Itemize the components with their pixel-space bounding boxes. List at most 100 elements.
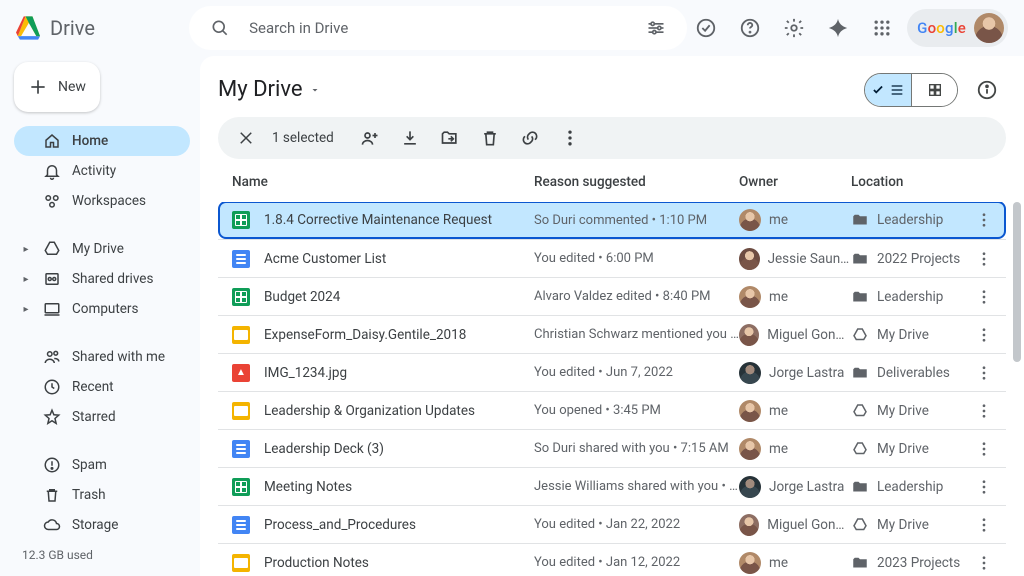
- file-name: Leadership & Organization Updates: [264, 403, 534, 419]
- search-input[interactable]: [243, 19, 633, 37]
- sidebar-item-label: Activity: [72, 163, 116, 179]
- row-more-icon[interactable]: [966, 288, 1002, 306]
- file-reason: So Duri commented • 1:10 PM: [534, 213, 739, 228]
- folder-icon: [851, 288, 869, 306]
- list-view-button[interactable]: [865, 74, 911, 106]
- clear-selection-icon[interactable]: [228, 120, 264, 156]
- header: Drive Google: [0, 0, 1024, 56]
- col-name[interactable]: Name: [232, 174, 534, 190]
- sidebar-item-shared-drives[interactable]: ▸Shared drives: [14, 264, 190, 294]
- move-icon[interactable]: [432, 120, 468, 156]
- brand[interactable]: Drive: [16, 16, 189, 40]
- sidebar-item-label: Workspaces: [72, 193, 146, 209]
- more-actions-icon[interactable]: [552, 120, 588, 156]
- new-button[interactable]: New: [14, 62, 100, 112]
- file-row[interactable]: Leadership & Organization UpdatesYou ope…: [218, 391, 1006, 429]
- row-more-icon[interactable]: [966, 364, 1002, 382]
- row-more-icon[interactable]: [966, 402, 1002, 420]
- new-button-label: New: [58, 79, 86, 95]
- row-more-icon[interactable]: [966, 326, 1002, 344]
- search-wrap: [189, 6, 687, 50]
- download-icon[interactable]: [392, 120, 428, 156]
- spam-icon: [42, 456, 62, 474]
- file-location[interactable]: My Drive: [851, 516, 966, 534]
- file-row[interactable]: IMG_1234.jpgYou edited • Jun 7, 2022Jorg…: [218, 353, 1006, 391]
- delete-icon[interactable]: [472, 120, 508, 156]
- apps-grid-icon[interactable]: [863, 9, 901, 47]
- my-drive-icon: [851, 402, 869, 420]
- file-location[interactable]: My Drive: [851, 402, 966, 420]
- col-location[interactable]: Location: [851, 174, 966, 190]
- share-icon[interactable]: [352, 120, 388, 156]
- file-location[interactable]: Deliverables: [851, 364, 966, 382]
- file-location[interactable]: Leadership: [851, 478, 966, 496]
- sidebar-item-activity[interactable]: Activity: [14, 156, 190, 186]
- link-icon[interactable]: [512, 120, 548, 156]
- sidebar-item-workspaces[interactable]: Workspaces: [14, 186, 190, 216]
- sidebar-item-recent[interactable]: Recent: [14, 372, 190, 402]
- file-row[interactable]: 1.8.4 Corrective Maintenance RequestSo D…: [218, 202, 1006, 239]
- file-row[interactable]: Budget 2024Alvaro Valdez edited • 8:40 P…: [218, 277, 1006, 315]
- owner-avatar: [739, 248, 760, 270]
- settings-gear-icon[interactable]: [775, 9, 813, 47]
- file-row[interactable]: ExpenseForm_Daisy.Gentile_2018Christian …: [218, 315, 1006, 353]
- help-icon[interactable]: [731, 9, 769, 47]
- sidebar-item-starred[interactable]: Starred: [14, 402, 190, 432]
- row-more-icon[interactable]: [966, 516, 1002, 534]
- doc-file-icon: [232, 440, 250, 458]
- file-row[interactable]: Process_and_ProceduresYou edited • Jan 2…: [218, 505, 1006, 543]
- row-more-icon[interactable]: [966, 440, 1002, 458]
- file-name: Meeting Notes: [264, 479, 534, 495]
- col-owner[interactable]: Owner: [739, 174, 851, 190]
- file-reason: Alvaro Valdez edited • 8:40 PM: [534, 289, 739, 304]
- sidebar-item-storage[interactable]: Storage: [14, 510, 190, 540]
- drive-logo-icon: [16, 16, 42, 40]
- sidebar-item-shared-with-me[interactable]: Shared with me: [14, 342, 190, 372]
- sidebar-item-my-drive[interactable]: ▸My Drive: [14, 234, 190, 264]
- grid-view-button[interactable]: [911, 74, 957, 106]
- file-location[interactable]: 2022 Projects: [851, 250, 966, 268]
- owner-avatar: [739, 362, 761, 384]
- selection-count: 1 selected: [272, 130, 334, 146]
- breadcrumb[interactable]: My Drive: [218, 77, 321, 102]
- row-more-icon[interactable]: [966, 478, 1002, 496]
- search-options-icon[interactable]: [637, 9, 675, 47]
- row-more-icon[interactable]: [966, 211, 1002, 229]
- col-reason[interactable]: Reason suggested: [534, 174, 739, 190]
- file-owner: Jorge Lastra: [739, 362, 851, 384]
- file-location[interactable]: 2023 Projects: [851, 554, 966, 572]
- sidebar-item-spam[interactable]: Spam: [14, 450, 190, 480]
- file-name: Acme Customer List: [264, 251, 534, 267]
- info-icon[interactable]: [968, 71, 1006, 109]
- search-icon[interactable]: [201, 9, 239, 47]
- file-reason: You edited • Jan 12, 2022: [534, 555, 739, 570]
- file-row[interactable]: Production NotesYou edited • Jan 12, 202…: [218, 543, 1006, 576]
- sidebar-item-home[interactable]: Home: [14, 126, 190, 156]
- file-location[interactable]: My Drive: [851, 326, 966, 344]
- view-toggle: [864, 73, 958, 107]
- scrollbar-thumb[interactable]: [1013, 202, 1021, 362]
- ready-offline-icon[interactable]: [687, 9, 725, 47]
- sheet-file-icon: [232, 211, 250, 229]
- file-row[interactable]: Leadership Deck (3)So Duri shared with y…: [218, 429, 1006, 467]
- sidebar-item-trash[interactable]: Trash: [14, 480, 190, 510]
- row-more-icon[interactable]: [966, 250, 1002, 268]
- account-chip[interactable]: Google: [907, 9, 1008, 47]
- user-avatar[interactable]: [974, 13, 1004, 43]
- file-name: Budget 2024: [264, 289, 534, 305]
- sidebar-item-label: My Drive: [72, 241, 124, 257]
- trash-icon: [42, 486, 62, 504]
- file-row[interactable]: Acme Customer ListYou edited • 6:00 PMJe…: [218, 239, 1006, 277]
- owner-avatar: [739, 552, 761, 574]
- page-title: My Drive: [218, 77, 303, 102]
- sidebar-item-computers[interactable]: ▸Computers: [14, 294, 190, 324]
- file-reason: Jessie Williams shared with you • …: [534, 479, 739, 494]
- folder-icon: [851, 250, 869, 268]
- slides-file-icon: [232, 326, 250, 344]
- row-more-icon[interactable]: [966, 554, 1002, 572]
- file-location[interactable]: Leadership: [851, 211, 966, 229]
- gemini-icon[interactable]: [819, 9, 857, 47]
- file-location[interactable]: My Drive: [851, 440, 966, 458]
- file-location[interactable]: Leadership: [851, 288, 966, 306]
- file-row[interactable]: Meeting NotesJessie Williams shared with…: [218, 467, 1006, 505]
